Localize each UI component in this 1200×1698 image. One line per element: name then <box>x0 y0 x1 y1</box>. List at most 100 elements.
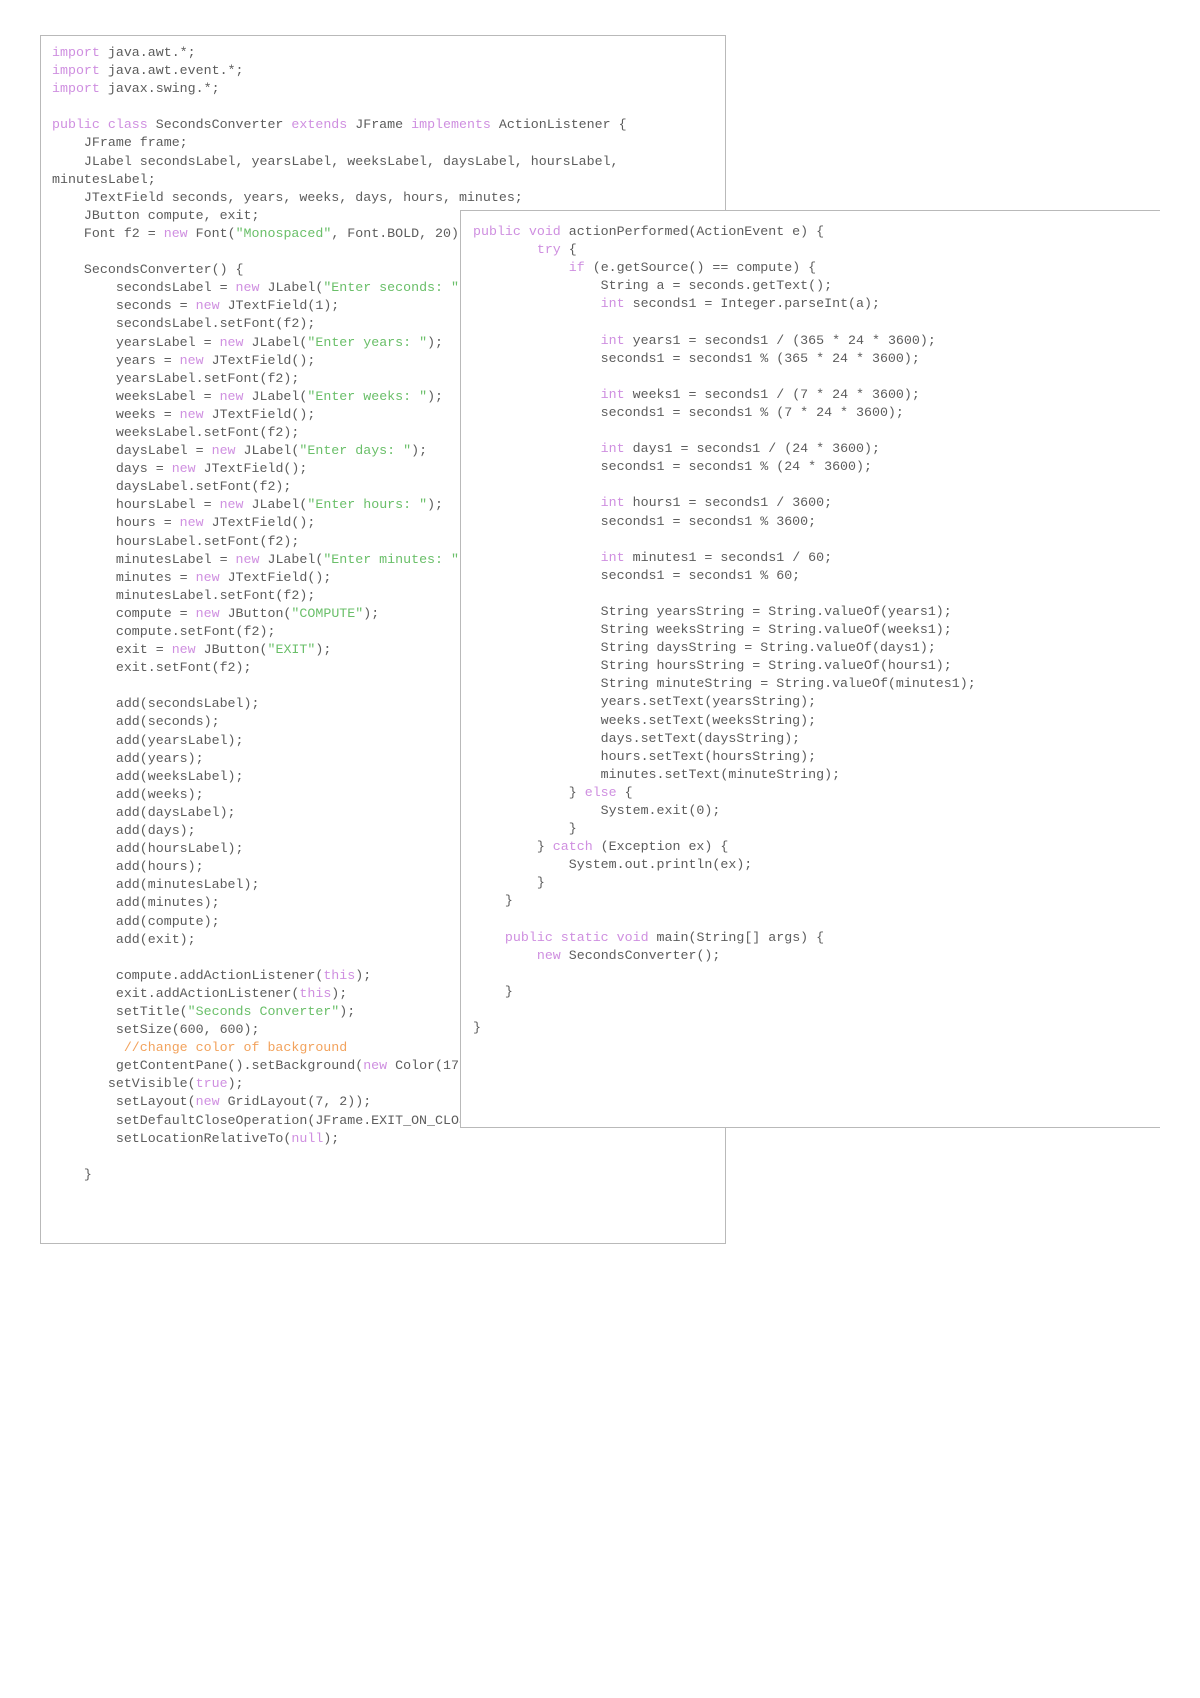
code-token-kw: int <box>600 495 625 511</box>
code-token-pl: add(exit); <box>52 931 196 947</box>
code-token-pl: add(hours); <box>52 859 204 875</box>
code-line: int weeks1 = seconds1 / (7 * 24 * 3600); <box>473 386 1160 404</box>
code-token-pl: add(hoursLabel); <box>52 841 244 857</box>
code-token-pl: String hoursString = String.valueOf(hour… <box>473 658 952 674</box>
code-line: seconds1 = seconds1 % (7 * 24 * 3600); <box>473 404 1160 422</box>
code-token-pl: } <box>473 875 545 891</box>
code-line: } <box>473 820 1160 838</box>
code-token-pl: getContentPane().setBackground( <box>52 1058 364 1074</box>
code-line: import java.awt.*; <box>52 44 725 62</box>
code-token-pl: JTextField(); <box>219 569 332 585</box>
code-line: String daysString = String.valueOf(days1… <box>473 639 1160 657</box>
code-panel-action-performed-method: public void actionPerformed(ActionEvent … <box>460 210 1160 1128</box>
code-token-str: "Enter minutes: " <box>323 551 459 567</box>
code-line: } <box>52 1166 725 1184</box>
code-token-pl: seconds1 = Integer.parseInt(a); <box>624 296 880 312</box>
code-line: minutesLabel; <box>52 171 725 189</box>
code-token-pl: setVisible( <box>52 1076 196 1092</box>
code-token-pl: JTextField(); <box>203 352 316 368</box>
code-line: String yearsString = String.valueOf(year… <box>473 603 1160 621</box>
code-token-kw: new <box>363 1058 388 1074</box>
code-token-pl: String weeksString = String.valueOf(week… <box>473 622 952 638</box>
code-token-pl: SecondsConverter <box>147 117 292 133</box>
code-token-kw: this <box>323 967 356 983</box>
code-token-pl: { <box>616 784 633 800</box>
code-token-pl: main(String[] args) { <box>648 929 825 945</box>
code-token-kw: new <box>235 280 260 296</box>
code-token-pl: java.awt.*; <box>99 45 196 60</box>
code-token-pl: } <box>473 983 513 999</box>
code-token-pl: add(daysLabel); <box>52 804 236 820</box>
code-line: String minuteString = String.valueOf(min… <box>473 675 1160 693</box>
code-token-pl: setLayout( <box>52 1094 196 1110</box>
code-token-pl: javax.swing.*; <box>99 81 220 97</box>
code-token-pl: years.setText(yearsString); <box>473 694 817 710</box>
code-line: seconds1 = seconds1 % 60; <box>473 567 1160 585</box>
code-token-pl: } <box>473 784 585 800</box>
code-token-pl: seconds1 = seconds1 % (365 * 24 * 3600); <box>473 350 920 366</box>
code-token-pl: setDefaultCloseOperation(JFrame.EXIT_ON_… <box>52 1112 491 1128</box>
code-line: setLocationRelativeTo(null); <box>52 1130 725 1148</box>
code-token-pl: weeks.setText(weeksString); <box>473 712 817 728</box>
code-token-str: "Enter seconds: " <box>323 280 459 296</box>
code-token-pl: JLabel( <box>235 443 300 459</box>
code-token-pl: yearsLabel = <box>52 334 220 350</box>
code-token-pl: exit.setFont(f2); <box>52 660 252 676</box>
code-token-pl: years1 = seconds1 / (365 * 24 * 3600); <box>624 332 936 348</box>
code-line: seconds1 = seconds1 % 3600; <box>473 513 1160 531</box>
code-token-pl: weeks1 = seconds1 / (7 * 24 * 3600); <box>624 386 920 402</box>
code-token-pl: seconds = <box>52 298 196 314</box>
code-token-cmt: //change color of background <box>52 1040 348 1056</box>
code-token-kw: new <box>211 443 236 459</box>
code-text-action-performed-method: public void actionPerformed(ActionEvent … <box>461 211 1160 1037</box>
code-token-pl: hoursLabel = <box>52 497 220 513</box>
code-token-pl: JLabel( <box>259 551 324 567</box>
code-line: int seconds1 = Integer.parseInt(a); <box>473 295 1160 313</box>
code-token-kw: int <box>600 332 625 348</box>
code-token-pl: Font f2 = <box>52 225 164 241</box>
code-token-kw: new <box>195 605 220 621</box>
code-token-pl: JTextField(); <box>195 461 308 477</box>
code-token-pl: yearsLabel.setFont(f2); <box>52 370 300 386</box>
code-token-pl: seconds1 = seconds1 % 3600; <box>473 513 817 529</box>
code-token-pl: minutes = <box>52 569 196 585</box>
code-token-pl: days1 = seconds1 / (24 * 3600); <box>624 441 880 457</box>
code-token-pl: hoursLabel.setFont(f2); <box>52 533 300 549</box>
code-token-str: "Seconds Converter" <box>187 1003 340 1019</box>
code-token-kw: new <box>179 406 204 422</box>
code-line: weeks.setText(weeksString); <box>473 712 1160 730</box>
code-token-pl: ); <box>315 642 332 658</box>
code-token-pl: String yearsString = String.valueOf(year… <box>473 603 952 619</box>
code-token-pl: add(minutes); <box>52 895 220 911</box>
code-token-pl: ); <box>411 443 428 459</box>
code-token-kw: public void <box>473 224 561 239</box>
code-line: JTextField seconds, years, weeks, days, … <box>52 189 725 207</box>
code-token-pl: JLabel( <box>243 334 308 350</box>
code-token-pl: (e.getSource() == compute) { <box>584 260 817 276</box>
code-line: public void actionPerformed(ActionEvent … <box>473 223 1160 241</box>
code-token-str: "EXIT" <box>267 642 316 658</box>
code-token-pl: add(minutesLabel); <box>52 877 260 893</box>
code-token-pl: exit.addActionListener( <box>52 985 300 1001</box>
code-token-kw: import <box>52 45 100 60</box>
code-token-pl: } <box>52 1166 92 1182</box>
code-line: years.setText(yearsString); <box>473 693 1160 711</box>
code-token-str: "Enter years: " <box>307 334 428 350</box>
code-token-pl: add(days); <box>52 823 196 839</box>
code-line: minutes.setText(minuteString); <box>473 766 1160 784</box>
code-token-pl: ); <box>427 497 444 513</box>
code-token-pl: ); <box>227 1076 244 1092</box>
code-token-kw: int <box>600 441 625 457</box>
code-token-pl: weeksLabel = <box>52 388 220 404</box>
code-token-pl: JTextField(); <box>203 406 316 422</box>
code-token-pl: { <box>560 242 577 258</box>
code-token-kw: new <box>179 352 204 368</box>
code-token-str: "Monospaced" <box>235 225 332 241</box>
code-token-pl: add(seconds); <box>52 714 220 730</box>
